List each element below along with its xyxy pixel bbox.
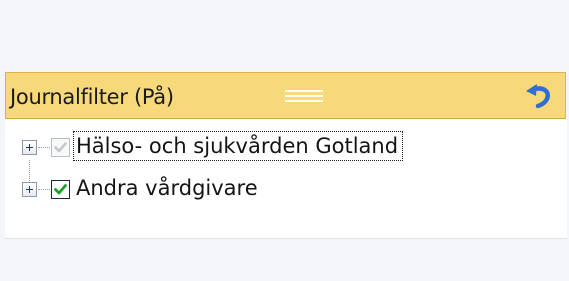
tree-item-andra-vardgivare[interactable]: Andra vårdgivare <box>22 172 562 206</box>
filter-tree: Hälso- och sjukvården Gotland Andra vård… <box>22 130 562 220</box>
checkbox-andra-vardgivare[interactable] <box>51 180 70 199</box>
checkbox-halso-och-sjukvarden-gotland[interactable] <box>51 138 70 157</box>
checkmark-icon <box>54 142 67 153</box>
footer-area <box>0 239 569 281</box>
tree-item-label[interactable]: Andra vårdgivare <box>74 174 262 202</box>
checkmark-icon <box>54 184 67 195</box>
expand-plus-icon[interactable] <box>22 182 37 197</box>
tree-item-label[interactable]: Hälso- och sjukvården Gotland <box>73 131 404 161</box>
panel-title: Journalfilter (På) <box>10 85 174 109</box>
tree-item-halso-och-sjukvarden-gotland[interactable]: Hälso- och sjukvården Gotland <box>22 130 562 164</box>
undo-arrow-icon[interactable] <box>521 83 555 109</box>
panel-header[interactable]: Journalfilter (På) <box>5 72 566 119</box>
tree-connector-line <box>38 147 50 148</box>
tree-connector-line <box>38 189 50 190</box>
drag-handle-icon[interactable] <box>285 90 323 104</box>
expand-plus-icon[interactable] <box>22 140 37 155</box>
toolbar-area <box>0 0 569 72</box>
